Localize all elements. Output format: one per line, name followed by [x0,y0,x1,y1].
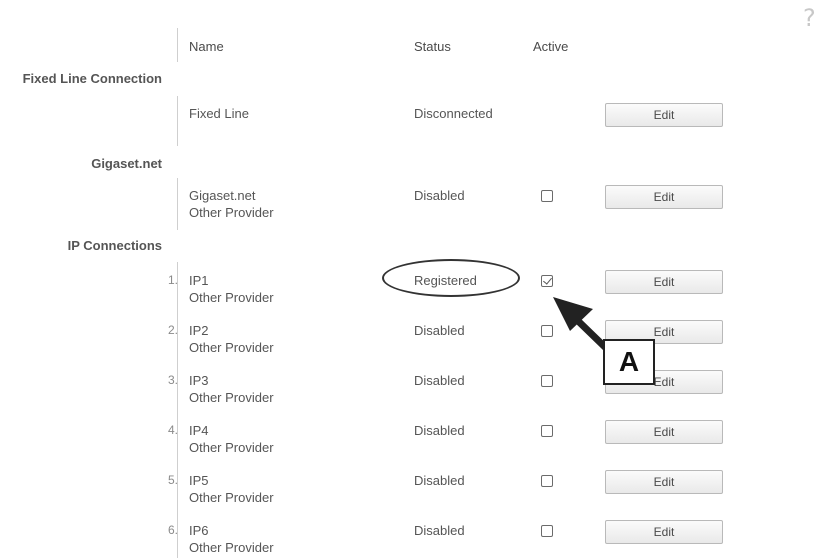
connections-page: ? Name Status Active Fixed Line Connecti… [0,0,826,560]
callout-label: A [603,339,655,385]
arrow-annotation [553,297,612,354]
